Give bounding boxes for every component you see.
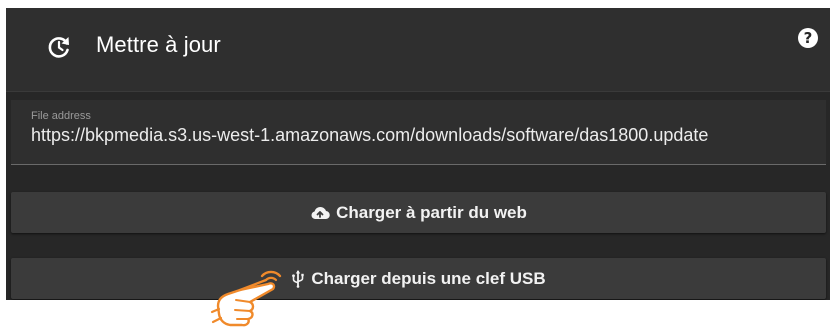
pointing-hand-icon bbox=[210, 270, 282, 327]
load-from-usb-button[interactable]: Charger depuis une clef USB bbox=[11, 258, 826, 299]
load-from-web-label: Charger à partir du web bbox=[336, 202, 527, 222]
update-panel: Mettre à jour ? File address https://bkp… bbox=[6, 8, 830, 300]
page-title: Mettre à jour bbox=[96, 32, 221, 57]
file-address-value[interactable]: https://bkpmedia.s3.us-west-1.amazonaws.… bbox=[31, 125, 708, 146]
panel-header: Mettre à jour ? bbox=[6, 8, 830, 92]
file-address-label: File address bbox=[31, 110, 91, 122]
refresh-icon bbox=[48, 37, 69, 58]
cloud-upload-icon bbox=[310, 206, 330, 220]
load-from-web-button[interactable]: Charger à partir du web bbox=[11, 192, 826, 233]
help-icon[interactable]: ? bbox=[798, 28, 818, 48]
usb-icon bbox=[291, 269, 305, 288]
load-from-usb-label: Charger depuis une clef USB bbox=[311, 268, 546, 288]
file-address-field[interactable]: File address https://bkpmedia.s3.us-west… bbox=[11, 100, 826, 165]
